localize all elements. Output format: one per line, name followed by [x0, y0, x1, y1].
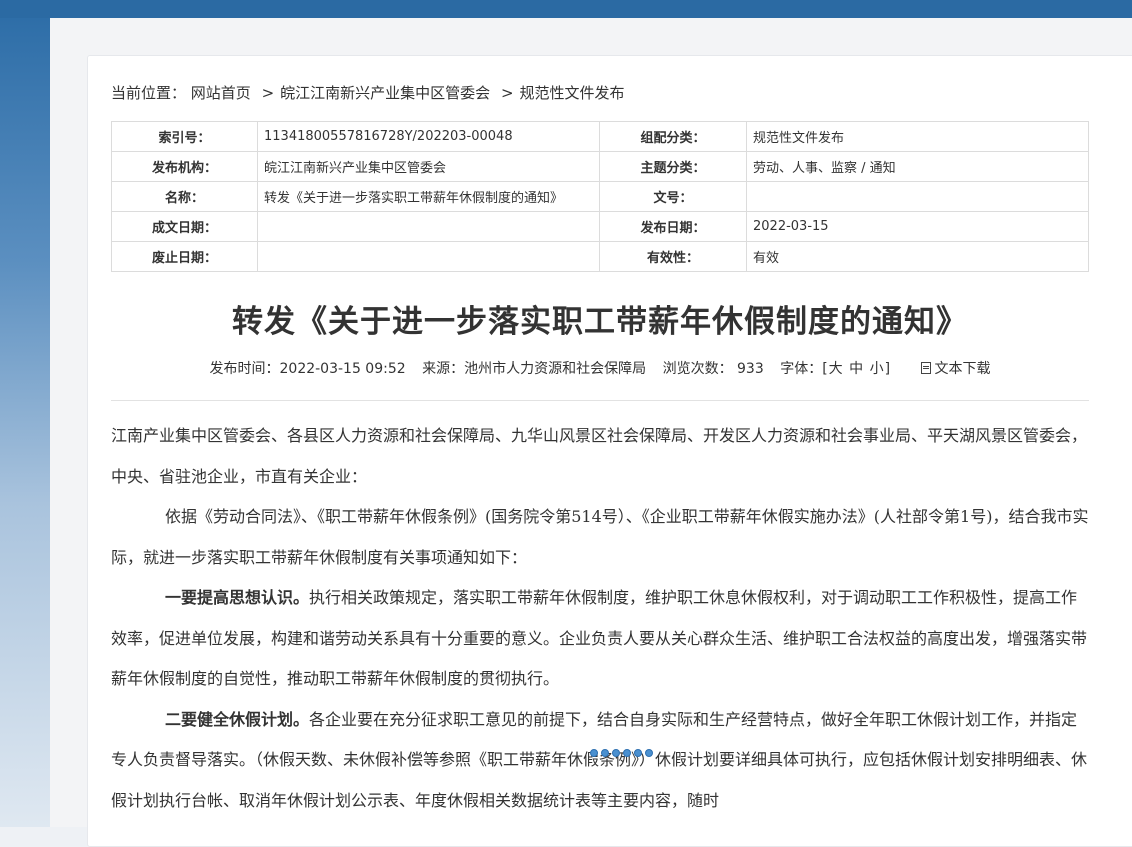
article-source: 来源：池州市人力资源和社会保障局 — [422, 361, 647, 377]
font-small-link[interactable]: 小 — [870, 361, 884, 377]
meta-key: 发布日期： — [599, 211, 747, 242]
dot — [612, 749, 620, 757]
dot — [590, 749, 598, 757]
meta-key: 废止日期： — [111, 241, 258, 272]
meta-key: 索引号： — [111, 121, 258, 152]
article-title: 转发《关于进一步落实职工带薪年休假制度的通知》 — [232, 304, 968, 340]
breadcrumb-label: 当前位置： — [111, 84, 187, 102]
meta-value: 11341800557816728Y/202203-00048 — [257, 121, 600, 152]
table-row: 发布机构： 皖江江南新兴产业集中区管委会 主题分类： 劳动、人事、监察 / 通知 — [111, 151, 1089, 182]
font-size-close: ] — [884, 361, 891, 377]
table-row: 名称： 转发《关于进一步落实职工带薪年休假制度的通知》 文号： — [111, 181, 1089, 212]
dot — [623, 749, 631, 757]
meta-value — [257, 211, 600, 242]
article-info-bar: 发布时间：2022-03-15 09:52 来源：池州市人力资源和社会保障局 浏… — [111, 358, 1089, 378]
meta-key: 发布机构： — [111, 151, 258, 182]
publish-time: 发布时间：2022-03-15 09:52 — [209, 361, 406, 377]
top-banner — [0, 0, 1132, 18]
meta-key: 有效性： — [599, 241, 747, 272]
paragraph-lead: 一要提高思想认识。 — [165, 588, 310, 607]
meta-value: 规范性文件发布 — [746, 121, 1089, 152]
meta-key: 成文日期： — [111, 211, 258, 242]
breadcrumb-category-link[interactable]: 规范性文件发布 — [520, 84, 625, 102]
font-large-link[interactable]: 大 — [829, 361, 843, 377]
loading-dots-icon — [590, 742, 656, 761]
table-row: 废止日期： 有效性： 有效 — [111, 241, 1089, 272]
paragraph: 依据《劳动合同法》、《职工带薪年休假条例》(国务院令第514号）、《企业职工带薪… — [111, 507, 1089, 567]
breadcrumb-home-link[interactable]: 网站首页 — [191, 84, 251, 102]
left-background — [0, 18, 50, 827]
content-panel: 当前位置： 网站首页 > 皖江江南新兴产业集中区管委会 > 规范性文件发布 索引号：… — [87, 55, 1132, 847]
paragraph: 一要提高思想认识。执行相关政策规定，落实职工带薪年休假制度，维护职工休息休假权利… — [111, 578, 1089, 700]
paragraph: 江南产业集中区管委会、各县区人力资源和社会保障局、九华山风景区社会保障局、开发区… — [111, 426, 1088, 486]
page-wrapper: 当前位置： 网站首页 > 皖江江南新兴产业集中区管委会 > 规范性文件发布 索引号：… — [50, 18, 1132, 847]
download-button[interactable]: 文本下载 — [920, 361, 991, 377]
dot — [634, 749, 642, 757]
meta-key: 文号： — [599, 181, 747, 212]
dot — [601, 749, 609, 757]
font-medium-link[interactable]: 中 — [849, 361, 863, 377]
paragraph-lead: 二要健全休假计划。 — [165, 709, 310, 729]
meta-value: 2022-03-15 — [746, 211, 1089, 242]
document-icon — [920, 362, 931, 374]
view-count: 浏览次数： 933 — [662, 361, 764, 377]
font-size-control: 字体：[大 中 小] — [780, 361, 890, 377]
table-row: 成文日期： 发布日期： 2022-03-15 — [111, 211, 1089, 242]
font-size-label: 字体：[ — [780, 361, 828, 377]
breadcrumb: 当前位置： 网站首页 > 皖江江南新兴产业集中区管委会 > 规范性文件发布 — [111, 82, 625, 103]
document-meta-table: 索引号： 11341800557816728Y/202203-00048 组配分… — [111, 121, 1089, 272]
breadcrumb-separator: > — [500, 84, 514, 102]
table-row: 索引号： 11341800557816728Y/202203-00048 组配分… — [111, 121, 1089, 152]
meta-value: 转发《关于进一步落实职工带薪年休假制度的通知》 — [257, 181, 600, 212]
divider — [111, 400, 1089, 401]
breadcrumb-separator: > — [261, 84, 275, 102]
meta-key: 主题分类： — [599, 151, 747, 182]
dot — [645, 749, 653, 757]
meta-value — [257, 241, 600, 272]
meta-key: 组配分类： — [599, 121, 747, 152]
meta-value — [746, 181, 1089, 212]
meta-key: 名称： — [111, 181, 258, 212]
meta-value: 皖江江南新兴产业集中区管委会 — [257, 151, 600, 182]
download-label: 文本下载 — [934, 361, 991, 377]
breadcrumb-org-link[interactable]: 皖江江南新兴产业集中区管委会 — [280, 84, 490, 102]
meta-value: 有效 — [746, 241, 1089, 272]
meta-value: 劳动、人事、监察 / 通知 — [746, 151, 1089, 182]
